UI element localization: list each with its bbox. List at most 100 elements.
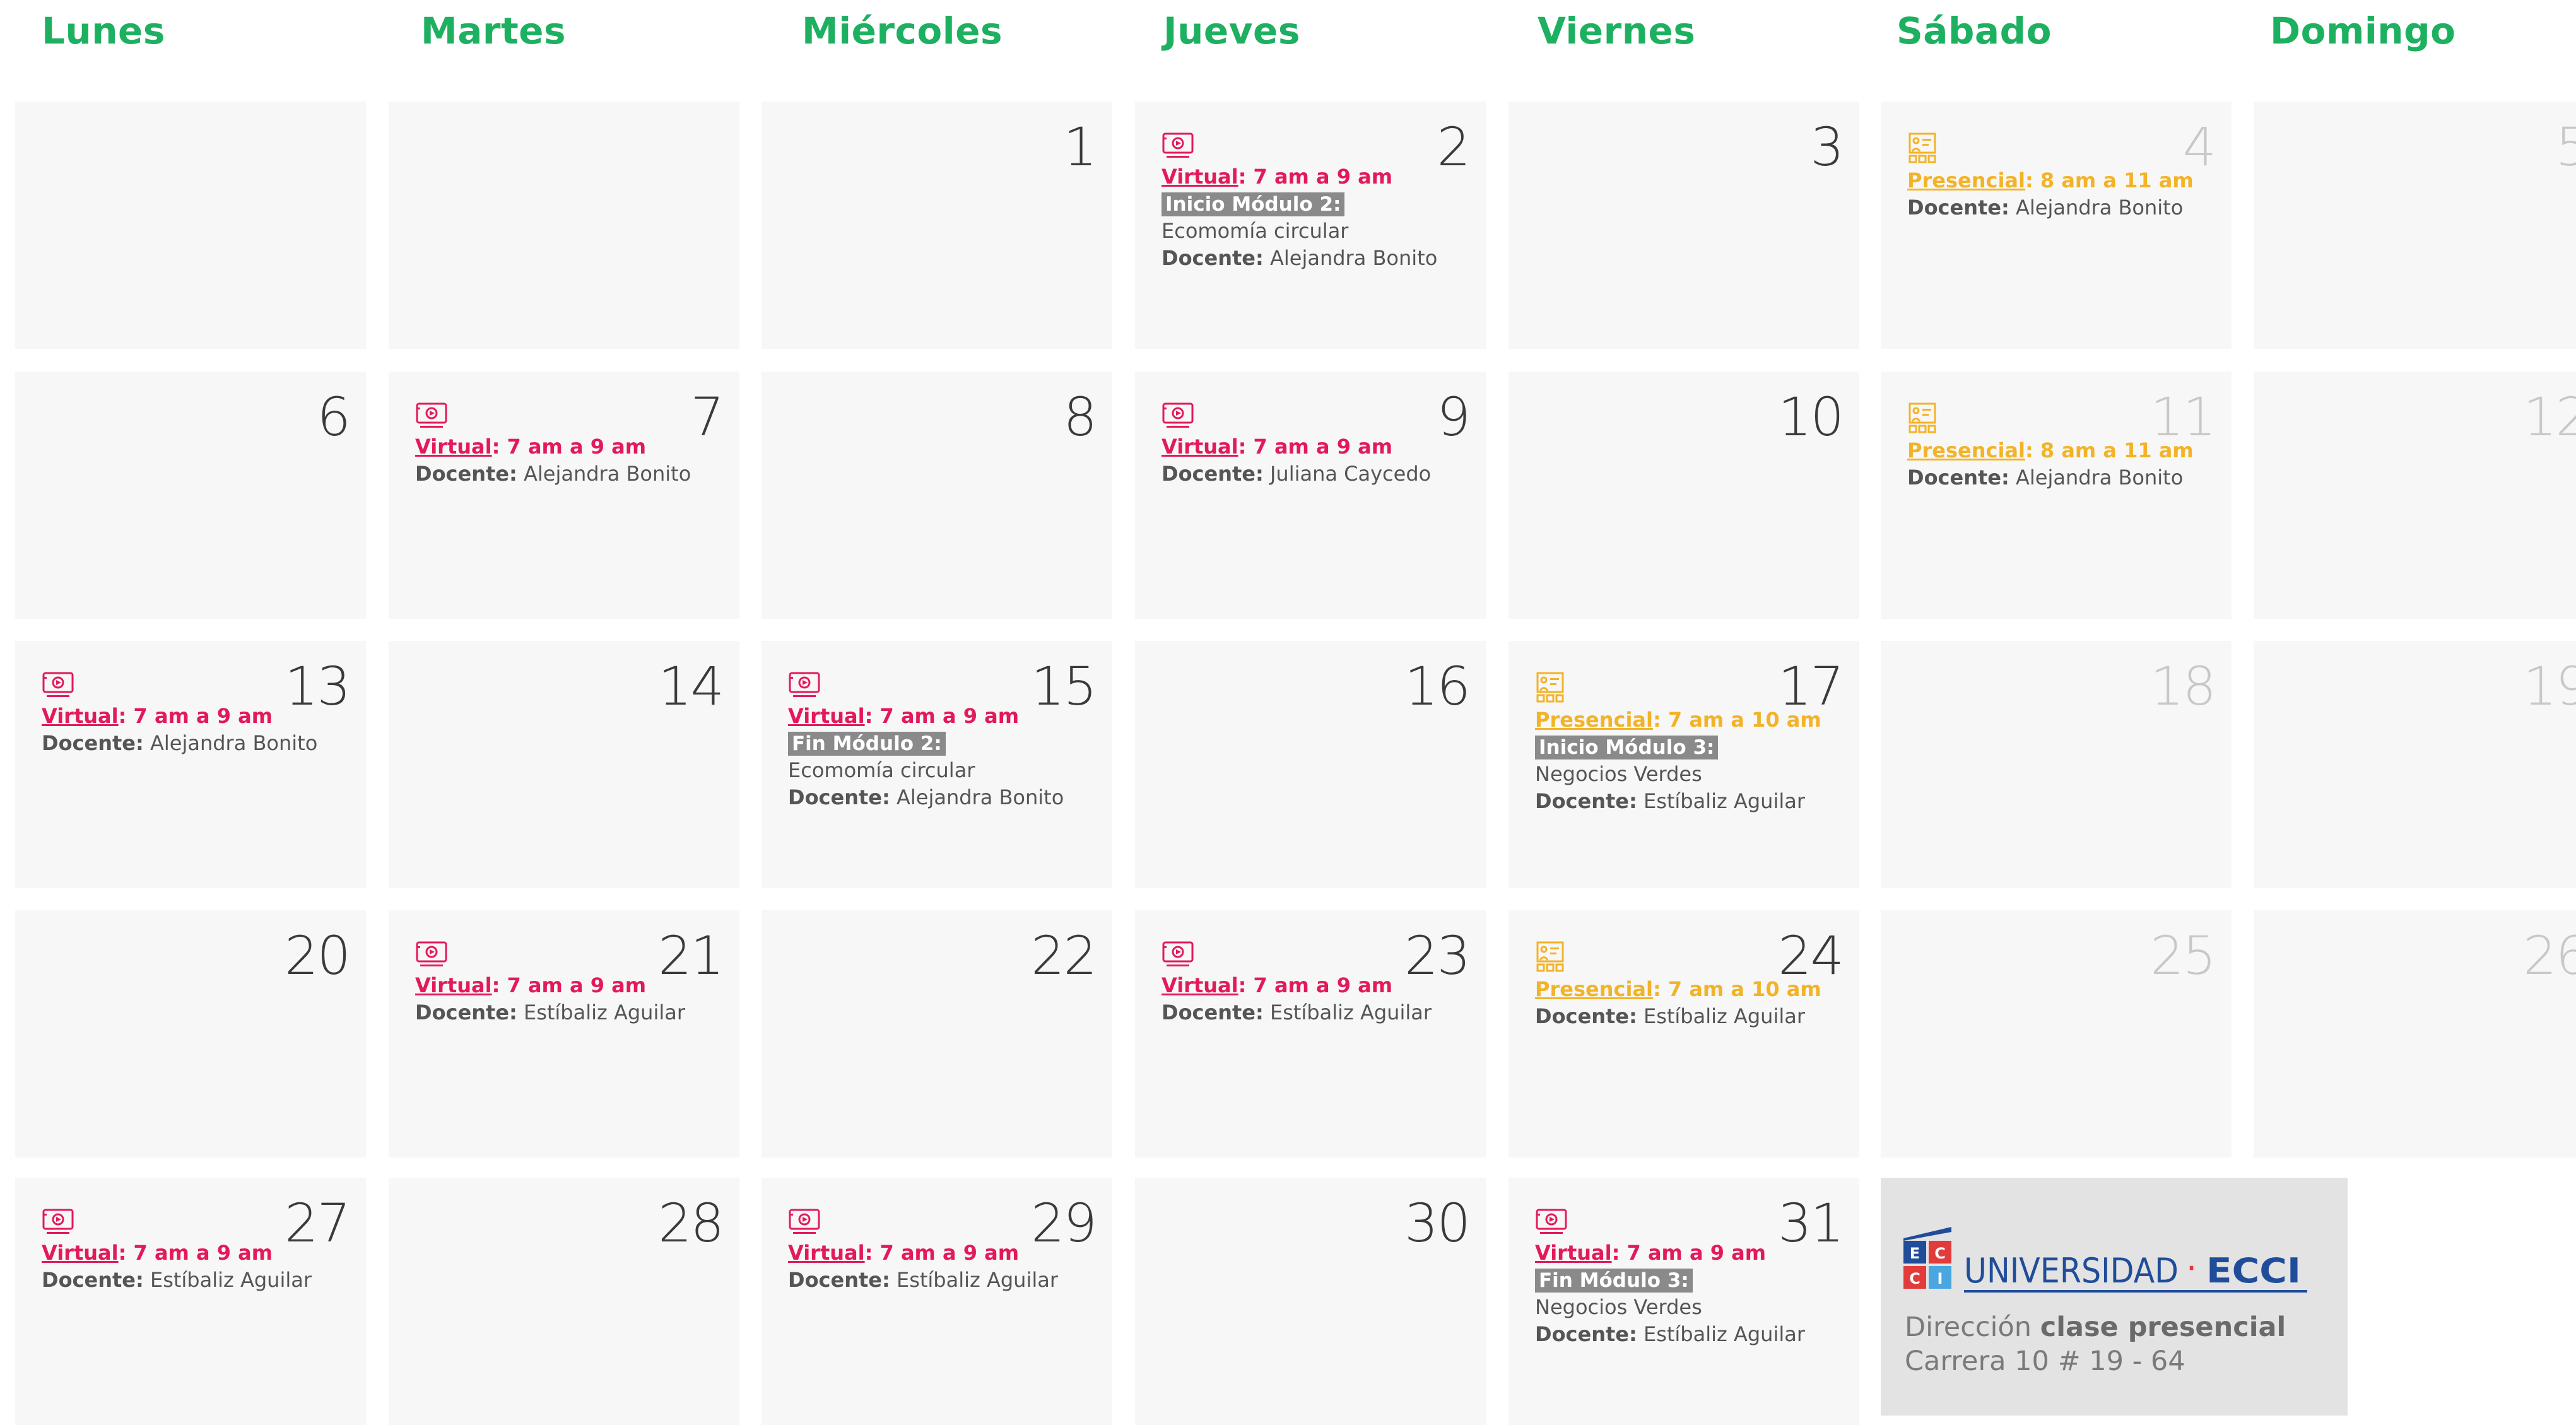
- event-time: : 7 am a 9 am: [1611, 1241, 1767, 1265]
- day-number: 20: [285, 925, 351, 987]
- event-time: : 7 am a 9 am: [118, 704, 273, 728]
- event-time: : 7 am a 9 am: [864, 704, 1020, 728]
- event-virtual: Virtual: 7 am a 9 am Inicio Módulo 2: Ecom…: [1162, 132, 1437, 272]
- day-number: 8: [1063, 386, 1097, 448]
- day-number: 12: [2523, 386, 2576, 448]
- address-value: Carrera 10 # 19 - 64: [1905, 1346, 2185, 1377]
- event-teacher: Docente: Estíbaliz Aguilar: [1535, 1003, 1805, 1030]
- day-number: 26: [2523, 925, 2576, 987]
- logo-dot: ·: [2186, 1248, 2197, 1288]
- day-cell: 18: [1881, 641, 2232, 888]
- module-badge: Fin Módulo 3:: [1535, 1269, 1693, 1293]
- day-cell: 4 Presencial: 8 am a 11 am Docente: Alejan…: [1881, 102, 2232, 349]
- day-number: 27: [285, 1192, 351, 1254]
- day-cell: 3: [1509, 102, 1859, 349]
- event-mode-label[interactable]: Virtual: [1162, 165, 1238, 189]
- classroom-board-icon: [1908, 132, 1936, 163]
- teacher-name: Alejandra Bonito: [143, 731, 318, 755]
- event-teacher: Docente: Estíbaliz Aguilar: [1535, 1321, 1805, 1348]
- day-cell: 5: [2254, 102, 2576, 349]
- day-cell: 31 Virtual: 7 am a 9 am Fin Módulo 3: Negoc…: [1509, 1178, 1859, 1425]
- event-mode-label[interactable]: Virtual: [788, 1241, 865, 1265]
- event-mode: Virtual: 7 am a 9 am: [1535, 1240, 1767, 1267]
- day-cell: 11 Presencial: 8 am a 11 am Docente: Aleja…: [1881, 372, 2232, 619]
- event-time: : 7 am a 10 am: [1652, 708, 1821, 732]
- event-mode-label[interactable]: Virtual: [415, 435, 492, 459]
- logo-wordmark-universidad: UNIVERSIDAD: [1964, 1251, 2179, 1291]
- logo-letter-c1: C: [1934, 1245, 1946, 1262]
- module-topic: Negocios Verdes: [1535, 1295, 1702, 1319]
- event-mode: Presencial: 8 am a 11 am: [1907, 437, 2194, 464]
- event-mode-label[interactable]: Presencial: [1535, 708, 1653, 732]
- day-number: 28: [658, 1192, 724, 1254]
- weekday-6: Domingo: [2270, 9, 2456, 52]
- day-cell: 17 Presencial: 7 am a 10 am Inicio Módulo …: [1509, 641, 1859, 888]
- day-cell: 26: [2254, 910, 2576, 1158]
- day-number: 21: [658, 925, 724, 987]
- teacher-name: Alejandra Bonito: [890, 785, 1064, 809]
- event-mode-label[interactable]: Virtual: [1162, 435, 1238, 459]
- event-mode-label[interactable]: Virtual: [42, 704, 119, 728]
- day-number: 15: [1031, 655, 1097, 717]
- event-presencial: Presencial: 7 am a 10 am Inicio Módulo 3:…: [1535, 671, 1821, 815]
- event-teacher: Docente: Estíbaliz Aguilar: [42, 1267, 312, 1294]
- event-teacher: Docente: Alejandra Bonito: [1907, 194, 2183, 221]
- teacher-label: Docente:: [415, 462, 517, 486]
- teacher-name: Estíbaliz Aguilar: [890, 1268, 1058, 1292]
- monitor-video-icon: [789, 672, 820, 697]
- module-topic: Ecomomía circular: [788, 758, 975, 782]
- teacher-label: Docente:: [1535, 789, 1637, 813]
- teacher-label: Docente:: [1162, 246, 1264, 270]
- event-virtual: Virtual: 7 am a 9 am Docente: Estíbaliz A…: [1162, 941, 1432, 1026]
- day-number: 25: [2150, 925, 2216, 987]
- weekday-4: Viernes: [1538, 9, 1696, 52]
- day-number: 18: [2150, 655, 2216, 717]
- event-virtual: Virtual: 7 am a 9 am Docente: Alejandra B…: [42, 671, 317, 757]
- day-cell: 20: [15, 910, 366, 1158]
- teacher-name: Estíbaliz Aguilar: [1637, 1004, 1805, 1028]
- event-mode: Virtual: 7 am a 9 am: [1162, 163, 1392, 191]
- event-mode: Presencial: 8 am a 11 am: [1907, 167, 2194, 194]
- event-mode-label[interactable]: Presencial: [1907, 168, 2025, 192]
- teacher-name: Estíbaliz Aguilar: [143, 1268, 312, 1292]
- monitor-video-icon: [42, 672, 74, 697]
- event-mode-label[interactable]: Presencial: [1907, 438, 2025, 462]
- event-mode: Virtual: 7 am a 9 am: [415, 433, 647, 460]
- teacher-name: Juliana Caycedo: [1263, 462, 1432, 486]
- event-time: : 7 am a 9 am: [491, 435, 647, 459]
- event-mode-label[interactable]: Virtual: [788, 704, 865, 728]
- day-cell: 15 Virtual: 7 am a 9 am Fin Módulo 2: Ecomo…: [762, 641, 1112, 888]
- teacher-label: Docente:: [415, 1000, 517, 1024]
- event-time: : 7 am a 9 am: [864, 1241, 1020, 1265]
- event-mode-label[interactable]: Presencial: [1535, 977, 1653, 1001]
- day-number: 7: [690, 386, 724, 448]
- day-cell: 29 Virtual: 7 am a 9 am Docente: Estíbaliz…: [762, 1178, 1112, 1425]
- day-number: 5: [2555, 116, 2576, 178]
- teacher-label: Docente:: [788, 785, 890, 809]
- event-presencial: Presencial: 8 am a 11 am Docente: Alejand…: [1907, 132, 2194, 221]
- day-number: 29: [1031, 1192, 1097, 1254]
- event-time: : 7 am a 10 am: [1652, 977, 1821, 1001]
- event-virtual: Virtual: 7 am a 9 am Docente: Estíbaliz A…: [42, 1208, 312, 1294]
- day-cell: 2 Virtual: 7 am a 9 am Inicio Módulo 2: Eco…: [1135, 102, 1486, 349]
- teacher-label: Docente:: [788, 1268, 890, 1292]
- day-number: 24: [1778, 925, 1844, 987]
- teacher-name: Alejandra Bonito: [2009, 466, 2184, 490]
- day-cell: 16: [1135, 641, 1486, 888]
- logo-letter-e: E: [1910, 1245, 1920, 1262]
- universidad-ecci-logo: E C C I UNIVERSIDAD · ECCI: [1903, 1227, 2307, 1293]
- event-mode-label[interactable]: Virtual: [1162, 973, 1238, 997]
- event-teacher: Docente: Alejandra Bonito: [1907, 464, 2183, 491]
- day-number: 17: [1778, 655, 1844, 717]
- teacher-label: Docente:: [1907, 196, 2009, 220]
- event-mode-label[interactable]: Virtual: [1535, 1241, 1612, 1265]
- logo-letter-c2: C: [1909, 1270, 1920, 1287]
- address-label-b: clase presencial: [2040, 1311, 2286, 1343]
- event-mode-label[interactable]: Virtual: [42, 1241, 119, 1265]
- event-mode-label[interactable]: Virtual: [415, 973, 492, 997]
- day-cell: 10: [1509, 372, 1859, 619]
- teacher-name: Estíbaliz Aguilar: [1637, 789, 1805, 813]
- weekday-1: Martes: [421, 9, 567, 52]
- event-time: : 7 am a 9 am: [491, 973, 647, 997]
- event-teacher: Docente: Juliana Caycedo: [1162, 460, 1431, 488]
